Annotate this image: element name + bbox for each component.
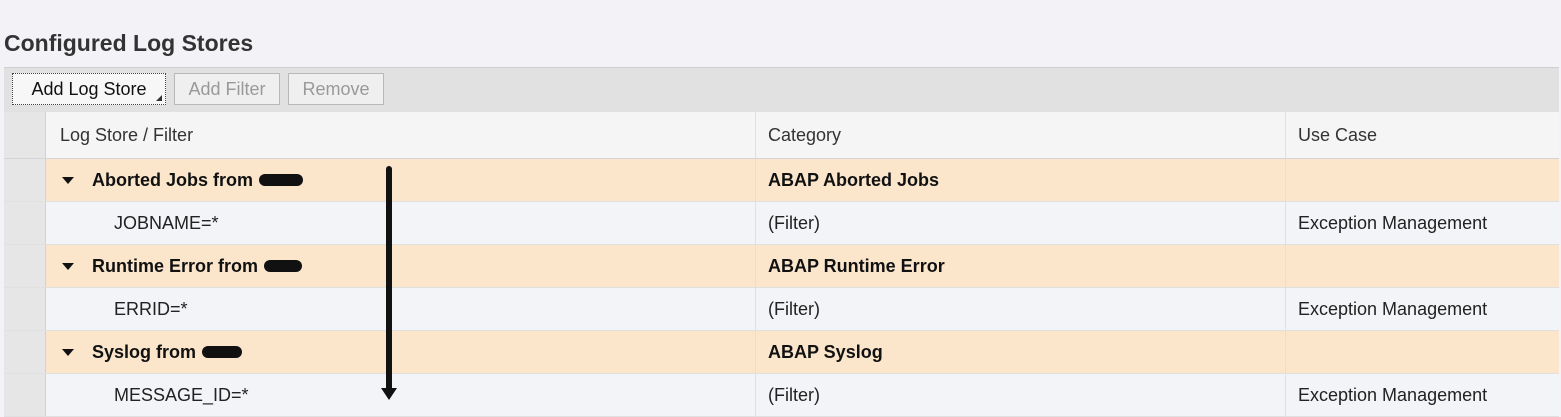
page-title: Configured Log Stores	[4, 30, 254, 56]
column-header-category[interactable]: Category	[756, 112, 1286, 158]
table-row[interactable]: Runtime Error from ABAP Runtime Error	[4, 245, 1559, 288]
arrow-down-icon	[381, 388, 397, 400]
use-case-cell: Exception Management	[1298, 212, 1488, 233]
use-case-cell	[1286, 159, 1559, 201]
log-store-name: Syslog from	[92, 341, 197, 362]
filter-cell: MESSAGE_ID=*	[46, 374, 756, 416]
row-selector[interactable]	[4, 331, 46, 373]
triangle-down-icon[interactable]	[62, 176, 74, 184]
row-selector[interactable]	[4, 288, 46, 330]
add-log-store-label: Add Log Store	[31, 79, 147, 99]
table-toolbar: Add Log Store Add Filter Remove	[4, 67, 1559, 112]
log-stores-table: Log Store / Filter Category Use Case Abo…	[4, 112, 1559, 417]
triangle-down-icon[interactable]	[62, 348, 74, 356]
log-store-cell: Runtime Error from	[46, 245, 756, 287]
category-cell: ABAP Syslog	[756, 331, 1286, 373]
use-case-cell	[1286, 331, 1559, 373]
category-cell: (Filter)	[756, 202, 1286, 244]
use-case-cell	[1286, 245, 1559, 287]
row-selector[interactable]	[4, 202, 46, 244]
category-cell: (Filter)	[756, 288, 1286, 330]
select-all-cell[interactable]	[4, 112, 46, 158]
filter-cell: JOBNAME=*	[46, 202, 756, 244]
redacted-system-id	[259, 174, 304, 186]
category-cell: ABAP Runtime Error	[756, 245, 1286, 287]
add-filter-button[interactable]: Add Filter	[174, 73, 280, 105]
remove-button[interactable]: Remove	[288, 73, 384, 105]
category-cell: (Filter)	[756, 374, 1286, 416]
add-log-store-button[interactable]: Add Log Store	[12, 73, 166, 105]
table-row[interactable]: JOBNAME=* (Filter) Exception Management	[4, 202, 1559, 245]
log-store-cell: Aborted Jobs from	[46, 159, 756, 201]
filter-cell: ERRID=*	[46, 288, 756, 330]
table-row[interactable]: Aborted Jobs from ABAP Aborted Jobs	[4, 159, 1559, 202]
annotation-arrow-line	[386, 166, 392, 391]
redacted-system-id	[202, 346, 243, 358]
use-case-cell: Exception Management	[1298, 384, 1488, 405]
table-row[interactable]: ERRID=* (Filter) Exception Management	[4, 288, 1559, 331]
triangle-down-icon[interactable]	[62, 262, 74, 270]
table-row[interactable]: MESSAGE_ID=* (Filter) Exception Manageme…	[4, 374, 1559, 417]
column-header-log-store[interactable]: Log Store / Filter	[46, 112, 756, 158]
log-store-cell: Syslog from	[46, 331, 756, 373]
dropdown-corner-icon	[156, 95, 162, 101]
category-cell: ABAP Aborted Jobs	[756, 159, 1286, 201]
table-row[interactable]: Syslog from ABAP Syslog	[4, 331, 1559, 374]
column-header-use-case[interactable]: Use Case	[1286, 112, 1559, 158]
redacted-system-id	[264, 260, 303, 272]
use-case-cell: Exception Management	[1298, 298, 1488, 319]
row-selector[interactable]	[4, 245, 46, 287]
row-selector[interactable]	[4, 374, 46, 416]
log-store-name: Aborted Jobs from	[92, 169, 254, 190]
row-selector[interactable]	[4, 159, 46, 201]
log-store-name: Runtime Error from	[92, 255, 259, 276]
table-header-row: Log Store / Filter Category Use Case	[4, 112, 1559, 159]
